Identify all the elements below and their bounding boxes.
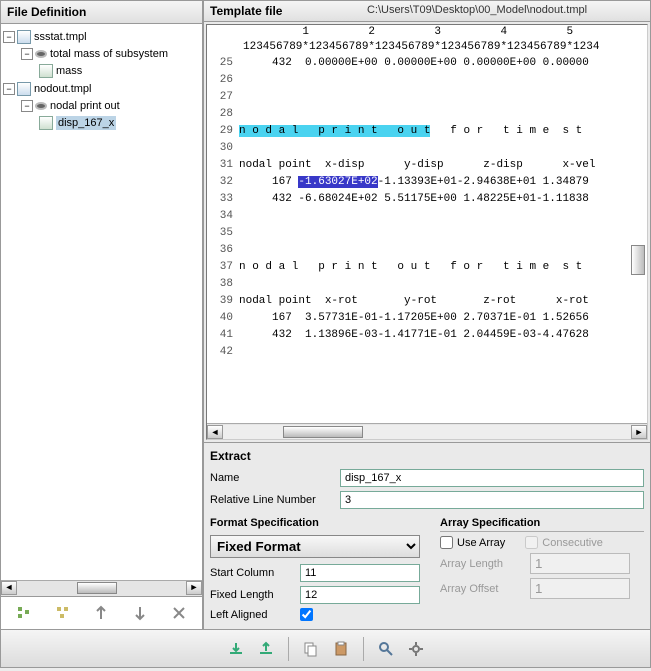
consecutive-label: Consecutive [542,537,603,549]
tree-action-1-icon[interactable] [12,601,36,625]
tree-node-mass[interactable]: mass [3,62,200,80]
horizontal-scrollbar[interactable]: ◄ ► [207,423,647,439]
tree-action-2-icon[interactable] [51,601,75,625]
tool-export-icon[interactable] [254,637,278,661]
code-area[interactable]: 1 2 3 4 5 123456789*123456789*123456789*… [206,24,648,440]
tool-settings-icon[interactable] [404,637,428,661]
vertical-scroll-thumb[interactable] [631,245,645,275]
tree-node-disp167x[interactable]: disp_167_x [3,114,200,132]
file-icon [17,82,31,96]
bottom-toolbar [0,630,651,668]
array-length-label: Array Length [440,558,530,570]
tree-node-totalmass[interactable]: −total mass of subsystem [3,46,200,62]
scroll-thumb[interactable] [77,582,117,594]
right-panel: Template file C:\Users\T09\Desktop\00_Mo… [204,1,650,629]
code-lines[interactable]: 432 0.00000E+00 0.00000E+00 0.00000E+00 … [239,55,647,423]
name-label: Name [210,472,340,484]
tree-node-nodout[interactable]: −nodout.tmpl [3,80,200,98]
array-spec-box: Array Specification Use Array Consecutiv… [440,517,644,625]
array-offset-input [530,578,630,599]
relative-line-label: Relative Line Number [210,494,340,506]
file-definition-panel: File Definition −ssstat.tmpl −total mass… [1,1,204,629]
template-header: Template file C:\Users\T09\Desktop\00_Mo… [204,1,650,22]
left-aligned-checkbox[interactable] [300,608,313,621]
scroll-left-icon[interactable]: ◄ [207,425,223,439]
template-file-path: C:\Users\T09\Desktop\00_Model\nodout.tmp… [310,4,644,18]
left-scrollbar[interactable]: ◄ ► [1,580,202,596]
scroll-thumb[interactable] [283,426,363,438]
column-ruler-2: 123456789*123456789*123456789*123456789*… [207,40,647,55]
use-array-label: Use Array [457,537,505,549]
line-gutter: 252627282930313233343536373839404142 [207,55,239,423]
format-select[interactable]: Fixed Format [210,535,420,558]
file-definition-header: File Definition [1,1,202,24]
use-array-checkbox[interactable] [440,536,453,549]
left-aligned-label: Left Aligned [210,609,300,621]
tree-action-4-icon[interactable] [128,601,152,625]
tool-search-icon[interactable] [374,637,398,661]
eye-icon [35,102,47,110]
collapse-icon[interactable]: − [3,83,15,95]
start-column-label: Start Column [210,567,300,579]
scroll-right-icon[interactable]: ► [186,581,202,595]
array-spec-title: Array Specification [440,517,644,532]
extract-panel: Extract Name Relative Line Number Format… [204,442,650,629]
consecutive-checkbox [525,536,538,549]
collapse-icon[interactable]: − [21,48,33,60]
extract-header: Extract [210,447,644,469]
collapse-icon[interactable]: − [3,31,15,43]
tree-action-3-icon[interactable] [89,601,113,625]
doc-icon [39,116,53,130]
tool-import-icon[interactable] [224,637,248,661]
doc-icon [39,64,53,78]
file-tree: −ssstat.tmpl −total mass of subsystem ma… [1,24,202,580]
fixed-length-input[interactable] [300,586,420,604]
file-icon [17,30,31,44]
eye-icon [35,50,47,58]
delete-icon[interactable] [167,601,191,625]
tree-node-ssstat[interactable]: −ssstat.tmpl [3,28,200,46]
format-spec-title: Format Specification [210,517,420,531]
scroll-left-icon[interactable]: ◄ [1,581,17,595]
tool-copy-icon[interactable] [299,637,323,661]
start-column-input[interactable] [300,564,420,582]
array-offset-label: Array Offset [440,583,530,595]
tree-node-nodalprint[interactable]: −nodal print out [3,98,200,114]
scroll-right-icon[interactable]: ► [631,425,647,439]
tree-toolbar [1,596,202,629]
fixed-length-label: Fixed Length [210,589,300,601]
format-spec-box: Format Specification Fixed Format Start … [210,517,420,625]
collapse-icon[interactable]: − [21,100,33,112]
relative-line-input[interactable] [340,491,644,509]
name-input[interactable] [340,469,644,487]
tool-paste-icon[interactable] [329,637,353,661]
array-length-input [530,553,630,574]
template-file-label: Template file [210,4,310,18]
column-ruler-1: 1 2 3 4 5 [207,25,647,40]
